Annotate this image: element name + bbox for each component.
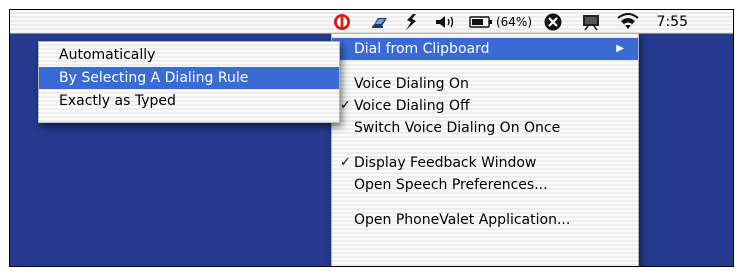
menu-item-display-feedback-window[interactable]: ✓ Display Feedback Window [332, 152, 638, 174]
menu-item-label: Display Feedback Window [354, 155, 537, 171]
menu-item-open-phonevalet-application[interactable]: Open PhoneValet Application... [332, 209, 638, 231]
menu-item-open-speech-preferences[interactable]: Open Speech Preferences... [332, 174, 638, 196]
menu-item-label: Dial from Clipboard [354, 41, 490, 57]
modem-icon[interactable] [368, 10, 392, 33]
battery-icon [468, 10, 494, 33]
menu-item-label: Open PhoneValet Application... [354, 212, 571, 228]
menu-item-label: Switch Voice Dialing On Once [354, 120, 561, 136]
menu-item-label: Voice Dialing On [354, 76, 469, 92]
checkmark-icon: ✓ [340, 155, 351, 170]
menubar-clock[interactable]: 7:55 [642, 10, 688, 33]
checkmark-icon: ✓ [340, 98, 351, 113]
menu-item-dial-from-clipboard[interactable]: Dial from Clipboard ▶ [332, 38, 638, 60]
wifi-icon[interactable] [616, 10, 640, 33]
battery-percent: (64%) [495, 14, 533, 29]
screenshot-frame: (64%) 7:55 Dial from Clipboard ▶ Voice D… [9, 9, 734, 267]
display-icon[interactable] [580, 10, 602, 33]
dial-from-clipboard-submenu: Automatically By Selecting A Dialing Rul… [38, 41, 340, 123]
menu-item-voice-dialing-on[interactable]: Voice Dialing On [332, 73, 638, 95]
script-icon[interactable] [401, 10, 421, 33]
menu-bar: (64%) 7:55 [10, 10, 733, 34]
menu-item-label: Voice Dialing Off [354, 98, 470, 114]
menu-item-switch-voice-dialing-once[interactable]: Switch Voice Dialing On Once [332, 117, 638, 139]
phonevalet-menu: Dial from Clipboard ▶ Voice Dialing On ✓… [331, 33, 639, 266]
menu-item-label: Open Speech Preferences... [354, 177, 548, 193]
menu-item-voice-dialing-off[interactable]: ✓ Voice Dialing Off [332, 95, 638, 117]
volume-icon[interactable] [432, 10, 460, 33]
submenu-item-automatically[interactable]: Automatically [39, 44, 339, 66]
submenu-item-exactly-as-typed[interactable]: Exactly as Typed [39, 90, 339, 112]
submenu-item-label: By Selecting A Dialing Rule [59, 70, 249, 86]
submenu-item-by-selecting-dialing-rule[interactable]: By Selecting A Dialing Rule [39, 67, 339, 89]
submenu-arrow-icon: ▶ [616, 43, 624, 54]
phonevalet-icon[interactable] [332, 10, 352, 33]
x11-icon[interactable] [542, 10, 564, 33]
submenu-item-label: Automatically [59, 47, 156, 63]
submenu-item-label: Exactly as Typed [59, 93, 176, 109]
